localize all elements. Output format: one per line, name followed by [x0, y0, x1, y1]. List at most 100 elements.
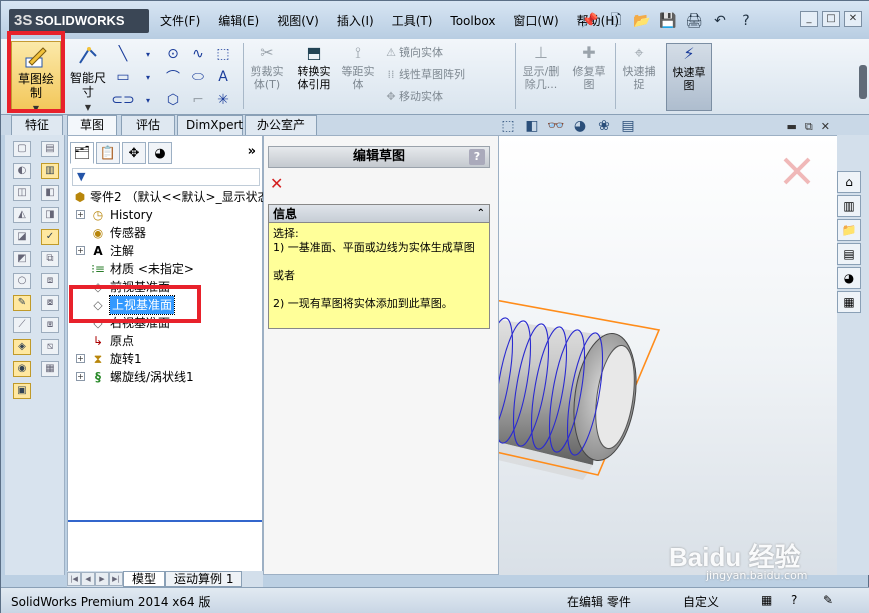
rapid-sketch-button[interactable]: ⚡ 快速草 图	[666, 43, 712, 111]
rollback-bar[interactable]	[68, 520, 262, 522]
mirror-entities-button[interactable]: ⚠ 镜向实体	[383, 43, 443, 63]
tree-root-part[interactable]: ⬢ 零件2 （默认<<默认>_显示状态	[70, 188, 270, 206]
text-icon[interactable]: A	[211, 66, 235, 88]
chamfer-icon[interactable]: ⟋	[13, 317, 31, 333]
tab-office-products[interactable]: 办公室产品	[245, 115, 317, 150]
save-icon[interactable]: 💾	[657, 10, 679, 32]
display-delete-relations-button[interactable]: ⊥ 显示/删 除几...	[519, 43, 563, 91]
instant3d-icon[interactable]: ▣	[13, 383, 31, 399]
slot-icon[interactable]: ⊂⊃	[111, 89, 135, 111]
circle-icon[interactable]: ⊙	[161, 43, 185, 65]
collapse-icon[interactable]: ⌃	[477, 205, 485, 223]
expand-toggle[interactable]: +	[76, 210, 85, 219]
sweep-icon[interactable]: ◫	[13, 185, 31, 201]
ellipse-icon[interactable]: ⬭	[186, 66, 210, 88]
repair-sketch-button[interactable]: ✚ 修复草 图	[567, 43, 611, 91]
viewport-close-icon[interactable]: ✕	[821, 120, 830, 134]
expand-toggle[interactable]: +	[76, 372, 85, 381]
tree-item-sensors[interactable]: ◉ 传感器	[70, 224, 262, 242]
property-manager-tab-icon[interactable]: 📋	[96, 142, 120, 164]
curves-icon[interactable]: ◉	[13, 361, 31, 377]
rib-icon[interactable]: ▤	[41, 141, 59, 157]
help-icon[interactable]: ?	[735, 10, 757, 32]
rectangle-icon[interactable]: ▭	[111, 66, 135, 88]
pin-icon[interactable]: 📌	[579, 10, 601, 32]
move-entities-button[interactable]: ✥ 移动实体	[383, 87, 443, 107]
tab-sketch[interactable]: 草图	[67, 115, 117, 135]
custom-properties-icon[interactable]: ▦	[837, 291, 861, 313]
appearance-icon[interactable]: ◕	[571, 118, 589, 136]
file-explorer-icon[interactable]: 📁	[837, 219, 861, 241]
boundary-icon[interactable]: ◪	[13, 229, 31, 245]
next-tab-icon[interactable]: ▶	[95, 572, 109, 586]
tree-filter-input[interactable]: ▼	[72, 168, 260, 186]
tree-item-history[interactable]: + ◷ History	[70, 206, 262, 224]
hide-show-icon[interactable]: 👓	[547, 118, 565, 136]
message-header[interactable]: 信息 ⌃	[269, 205, 489, 223]
pattern-icon[interactable]: ✓	[41, 229, 59, 245]
view-palette-icon[interactable]: ▤	[837, 243, 861, 265]
expand-panel-icon[interactable]: »	[248, 144, 256, 159]
status-units-icon[interactable]: ▦	[761, 593, 772, 607]
expand-toggle[interactable]: +	[76, 246, 85, 255]
viewport-restore-icon[interactable]: ⧉	[805, 120, 813, 134]
move-copy-icon[interactable]: ⧅	[41, 339, 59, 355]
draft-icon[interactable]: ◧	[41, 185, 59, 201]
status-custom[interactable]: 自定义	[683, 593, 719, 610]
scene-icon[interactable]: ❀	[595, 118, 613, 136]
menu-window[interactable]: 窗口(W)	[504, 9, 567, 33]
prev-tab-icon[interactable]: ◀	[81, 572, 95, 586]
appearances-icon[interactable]: ◕	[837, 267, 861, 289]
fillet-icon[interactable]: ⌐	[186, 89, 210, 111]
tree-item-material[interactable]: ⁝≡ 材质 <未指定>	[70, 260, 262, 278]
extrude-icon[interactable]: ▢	[13, 141, 31, 157]
dropdown-arrow-icon[interactable]: ▾	[136, 66, 160, 88]
tab-features[interactable]: 特征	[11, 115, 63, 135]
quick-snaps-button[interactable]: ⌖ 快速捕 捉	[617, 43, 661, 91]
linear-pattern-button[interactable]: ⁞⁞ 线性草图阵列	[383, 65, 466, 85]
reference-geometry-icon[interactable]: ◈	[13, 339, 31, 355]
dropdown-arrow-icon[interactable]: ▾	[136, 89, 160, 111]
undo-icon[interactable]: ↶	[709, 10, 731, 32]
feature-tree-tab-icon[interactable]: 🗂	[70, 142, 94, 164]
confirmation-cancel-icon[interactable]	[783, 157, 811, 185]
status-help-icon[interactable]: ?	[791, 593, 797, 607]
polygon-icon[interactable]: ⬡	[161, 89, 185, 111]
intersect-icon[interactable]: ⧈	[41, 273, 59, 289]
tree-item-helix1[interactable]: + § 螺旋线/涡状线1	[70, 368, 262, 386]
offset-entities-button[interactable]: ⟟ 等距实 体	[338, 43, 378, 91]
menu-file[interactable]: 文件(F)	[151, 9, 209, 33]
line-icon[interactable]: ╲	[111, 43, 135, 65]
point-grid-icon[interactable]: ⬚	[211, 43, 235, 65]
tree-item-revolve1[interactable]: + ⧗ 旋转1	[70, 350, 262, 368]
combine-icon[interactable]: ⧆	[41, 317, 59, 333]
tree-item-annotations[interactable]: + A 注解	[70, 242, 262, 260]
expand-toggle[interactable]: +	[76, 354, 85, 363]
menu-toolbox[interactable]: Toolbox	[441, 9, 504, 33]
tab-dimxpert[interactable]: DimXpert	[177, 115, 243, 135]
open-folder-icon[interactable]: 📂	[631, 10, 653, 32]
tab-motion-study[interactable]: 运动算例 1	[165, 571, 243, 587]
chevron-down-icon[interactable]: ▼	[63, 101, 113, 115]
tab-evaluate[interactable]: 评估	[121, 115, 175, 135]
cancel-x-icon[interactable]: ✕	[270, 174, 283, 193]
ribbon-scroll-handle[interactable]	[859, 65, 867, 99]
minimize-button[interactable]: _	[800, 11, 818, 27]
help-button[interactable]: ?	[469, 149, 485, 165]
split-icon[interactable]: ⧇	[41, 295, 59, 311]
configuration-tab-icon[interactable]: ✥	[122, 142, 146, 164]
fillet-feature-icon[interactable]: ✎	[13, 295, 31, 311]
view-orientation-icon[interactable]: ⬚	[499, 118, 517, 136]
home-icon[interactable]: ⌂	[837, 171, 861, 193]
mirror-feature-icon[interactable]: ⧉	[41, 251, 59, 267]
new-document-icon[interactable]: 🗋	[605, 10, 627, 32]
arc-icon[interactable]: ⌒	[161, 66, 185, 88]
table-icon[interactable]: ▦	[41, 361, 59, 377]
loft-icon[interactable]: ◭	[13, 207, 31, 223]
shell-icon[interactable]: ▥	[41, 163, 59, 179]
wrap-icon[interactable]: ◨	[41, 207, 59, 223]
status-tool-icon[interactable]: ✎	[823, 593, 833, 607]
view-settings-icon[interactable]: ▤	[619, 118, 637, 136]
cut-icon[interactable]: ◩	[13, 251, 31, 267]
tab-model[interactable]: 模型	[123, 571, 166, 587]
